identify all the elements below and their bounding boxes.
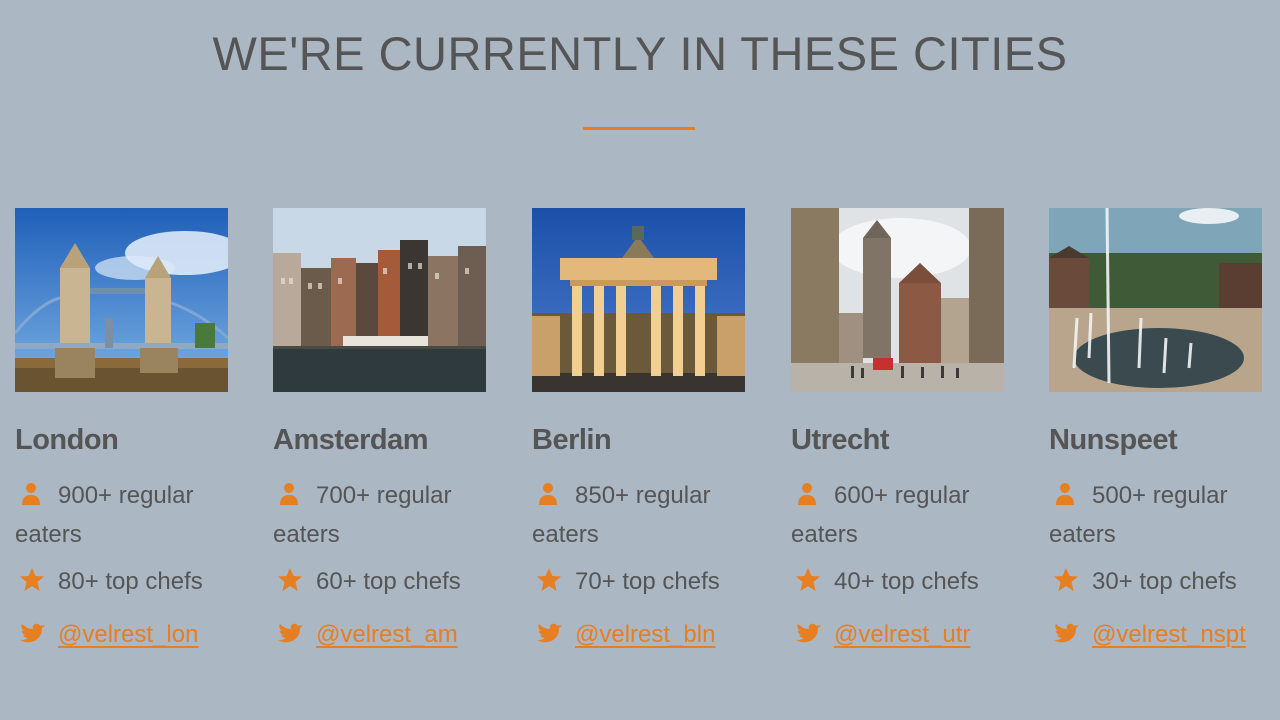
twitter-stat: @velrest_bln xyxy=(532,615,745,654)
chefs-text: 60+ top chefs xyxy=(316,568,461,595)
city-card-london: London 900+ regular eaters 80+ top chefs… xyxy=(15,208,228,654)
cities-section: WE'RE CURRENTLY IN THESE CITIES London 9… xyxy=(0,0,1280,720)
title-divider xyxy=(583,127,695,130)
chefs-text: 30+ top chefs xyxy=(1092,568,1237,595)
city-name: Berlin xyxy=(532,424,612,456)
chefs-stat: 60+ top chefs xyxy=(273,562,486,601)
chefs-stat: 30+ top chefs xyxy=(1049,562,1262,601)
twitter-bird-icon xyxy=(278,623,303,643)
chefs-text: 70+ top chefs xyxy=(575,568,720,595)
person-icon xyxy=(1056,483,1074,505)
star-icon xyxy=(20,568,44,591)
city-card-amsterdam: Amsterdam 700+ regular eaters 60+ top ch… xyxy=(273,208,486,654)
chefs-stat: 40+ top chefs xyxy=(791,562,1004,601)
twitter-link[interactable]: @velrest_am xyxy=(316,621,458,648)
twitter-stat: @velrest_utr xyxy=(791,615,1004,654)
city-card-utrecht: Utrecht 600+ regular eaters 40+ top chef… xyxy=(791,208,1004,654)
eaters-stat: 900+ regular eaters xyxy=(15,476,228,554)
city-name: London xyxy=(15,424,119,456)
eaters-stat: 600+ regular eaters xyxy=(791,476,1004,554)
section-title: WE'RE CURRENTLY IN THESE CITIES xyxy=(212,27,1068,80)
chefs-text: 40+ top chefs xyxy=(834,568,979,595)
twitter-link[interactable]: @velrest_nspt xyxy=(1092,621,1246,648)
twitter-bird-icon xyxy=(1054,623,1079,643)
twitter-bird-icon xyxy=(537,623,562,643)
person-icon xyxy=(22,483,40,505)
city-photo-nunspeet xyxy=(1049,208,1262,392)
star-icon xyxy=(537,568,561,591)
twitter-stat: @velrest_nspt xyxy=(1049,615,1262,654)
twitter-stat: @velrest_am xyxy=(273,615,486,654)
star-icon xyxy=(278,568,302,591)
city-photo-london xyxy=(15,208,228,392)
city-name: Nunspeet xyxy=(1049,424,1178,456)
chefs-stat: 70+ top chefs xyxy=(532,562,745,601)
city-photo-utrecht xyxy=(791,208,1004,392)
eaters-stat: 500+ regular eaters xyxy=(1049,476,1262,554)
city-photo-amsterdam xyxy=(273,208,486,392)
person-icon xyxy=(280,483,298,505)
twitter-bird-icon xyxy=(20,623,45,643)
twitter-link[interactable]: @velrest_lon xyxy=(58,621,198,648)
eaters-stat: 700+ regular eaters xyxy=(273,476,486,554)
city-card-berlin: Berlin 850+ regular eaters 70+ top chefs… xyxy=(532,208,745,654)
twitter-link[interactable]: @velrest_bln xyxy=(575,621,715,648)
chefs-stat: 80+ top chefs xyxy=(15,562,228,601)
chefs-text: 80+ top chefs xyxy=(58,568,203,595)
twitter-link[interactable]: @velrest_utr xyxy=(834,621,970,648)
city-card-nunspeet: Nunspeet 500+ regular eaters 30+ top che… xyxy=(1049,208,1262,654)
person-icon xyxy=(539,483,557,505)
twitter-bird-icon xyxy=(796,623,821,643)
twitter-stat: @velrest_lon xyxy=(15,615,228,654)
city-name: Amsterdam xyxy=(273,424,429,456)
city-photo-berlin xyxy=(532,208,745,392)
star-icon xyxy=(796,568,820,591)
city-name: Utrecht xyxy=(791,424,890,456)
person-icon xyxy=(798,483,816,505)
star-icon xyxy=(1054,568,1078,591)
eaters-stat: 850+ regular eaters xyxy=(532,476,745,554)
